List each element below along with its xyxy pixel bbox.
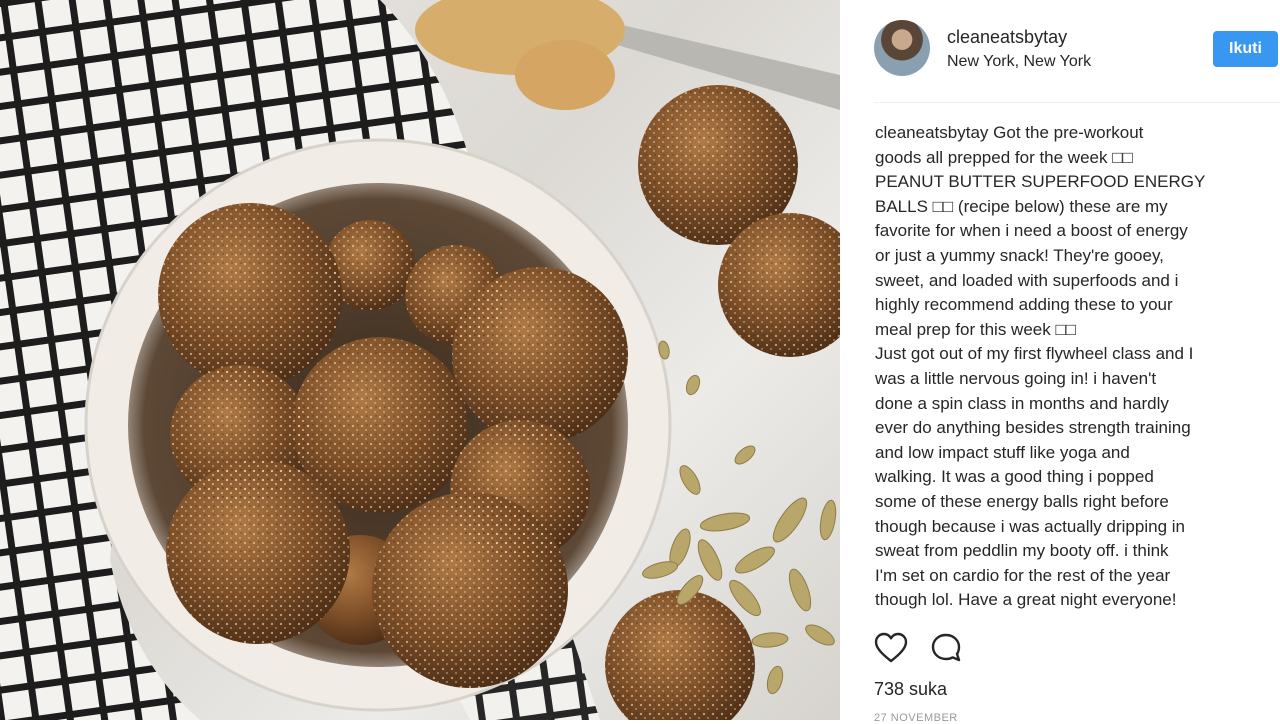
energy-balls: [158, 203, 628, 688]
caption-username[interactable]: cleaneatsbytay: [875, 123, 988, 142]
caption-line: cleaneatsbytay Got the pre-workout: [875, 121, 1247, 146]
caption-text: Got the pre-workout: [993, 123, 1144, 142]
caption-line: or just a yummy snack! They're gooey,: [875, 245, 1164, 265]
caption-line: meal prep for this week □□: [875, 319, 1077, 339]
likes-count[interactable]: 738 suka: [874, 679, 947, 700]
comment-icon[interactable]: [930, 632, 964, 664]
caption-line: goods all prepped for the week □□: [875, 147, 1133, 167]
caption-line: sweat from peddlin my booty off. i think: [875, 541, 1169, 561]
follow-button[interactable]: Ikuti: [1213, 31, 1278, 67]
caption-line: and low impact stuff like yoga and: [875, 442, 1130, 462]
caption-line: sweet, and loaded with superfoods and i: [875, 270, 1179, 290]
post-location[interactable]: New York, New York: [947, 53, 1091, 71]
caption-line: done a spin class in months and hardly: [875, 393, 1169, 413]
caption-line: I'm set on cardio for the rest of the ye…: [875, 565, 1171, 585]
post-photo: [0, 0, 840, 720]
post-caption: cleaneatsbytay Got the pre-workout goods…: [875, 121, 1247, 613]
energy-balls-photo: [0, 0, 840, 720]
caption-line: ever do anything besides strength traini…: [875, 418, 1191, 438]
caption-line: walking. It was a good thing i popped: [875, 467, 1154, 487]
caption-line: though because i was actually dripping i…: [875, 516, 1185, 536]
post-sidebar: cleaneatsbytay New York, New York Ikuti …: [840, 0, 1280, 724]
caption-line: highly recommend adding these to your: [875, 295, 1173, 315]
caption-line: though lol. Have a great night everyone!: [875, 590, 1177, 610]
caption-line: BALLS □□ (recipe below) these are my: [875, 196, 1168, 216]
heart-icon[interactable]: [874, 632, 908, 664]
divider: [874, 102, 1280, 103]
post-username[interactable]: cleaneatsbytay: [947, 27, 1067, 48]
caption-line: favorite for when i need a boost of ener…: [875, 221, 1188, 241]
caption-line: some of these energy balls right before: [875, 491, 1169, 511]
post-date: 27 NOVEMBER: [874, 712, 958, 724]
caption-line: PEANUT BUTTER SUPERFOOD ENERGY: [875, 172, 1206, 192]
avatar[interactable]: [874, 20, 930, 76]
caption-line: Just got out of my first flywheel class …: [875, 344, 1194, 364]
caption-line: was a little nervous going in! i haven't: [875, 368, 1157, 388]
